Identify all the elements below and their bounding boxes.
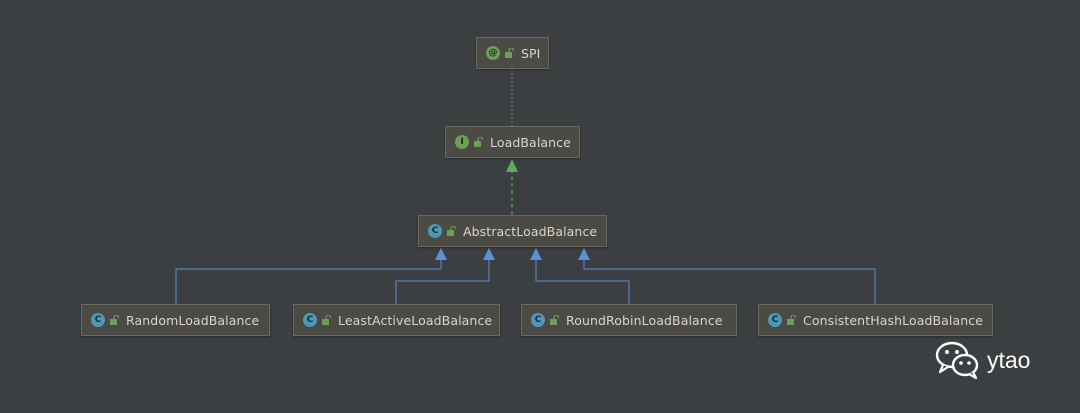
node-label: LeastActiveLoadBalance <box>338 312 493 328</box>
node-leastactiveloadbalance[interactable]: C LeastActiveLoadBalance <box>293 304 500 336</box>
node-label: ConsistentHashLoadBalance <box>803 312 984 328</box>
edge-leastactive-abstract <box>395 260 490 304</box>
extends-arrowhead-leastactive <box>483 248 495 260</box>
class-icon: C <box>428 224 442 238</box>
node-spi[interactable]: @ SPI <box>476 37 549 69</box>
lock-open-icon <box>505 48 514 58</box>
node-label: RandomLoadBalance <box>126 312 260 328</box>
node-label: LoadBalance <box>490 134 571 150</box>
node-label: AbstractLoadBalance <box>463 223 598 239</box>
node-loadbalance[interactable]: I LoadBalance <box>445 126 580 158</box>
lock-open-icon <box>550 315 559 325</box>
extends-arrowhead-roundrobin <box>530 248 542 260</box>
node-consistenthashloadbalance[interactable]: C ConsistentHashLoadBalance <box>758 304 993 336</box>
class-icon: C <box>768 313 782 327</box>
class-icon: C <box>531 313 545 327</box>
wechat-icon <box>935 341 979 380</box>
extends-arrowhead-consistenthash <box>578 248 590 260</box>
lock-open-icon <box>787 315 796 325</box>
node-label: SPI <box>521 45 541 61</box>
node-abstractloadbalance[interactable]: C AbstractLoadBalance <box>418 215 607 247</box>
edge-random-abstract <box>175 260 442 304</box>
lock-open-icon <box>474 137 483 147</box>
edge-consistenthash-abstract <box>583 260 876 304</box>
lock-open-icon <box>447 226 456 236</box>
lock-open-icon <box>322 315 331 325</box>
watermark-text: ytao <box>987 346 1031 373</box>
lock-open-icon <box>110 315 119 325</box>
annotation-icon: @ <box>486 46 500 60</box>
implements-arrowhead <box>506 159 518 172</box>
class-icon: C <box>303 313 317 327</box>
extends-arrowhead-random <box>435 248 447 260</box>
node-randomloadbalance[interactable]: C RandomLoadBalance <box>81 304 270 336</box>
node-label: RoundRobinLoadBalance <box>566 312 723 328</box>
node-roundrobinloadbalance[interactable]: C RoundRobinLoadBalance <box>521 304 737 336</box>
edge-roundrobin-abstract <box>535 260 630 304</box>
watermark: ytao <box>935 340 1030 380</box>
interface-icon: I <box>455 135 469 149</box>
class-icon: C <box>91 313 105 327</box>
